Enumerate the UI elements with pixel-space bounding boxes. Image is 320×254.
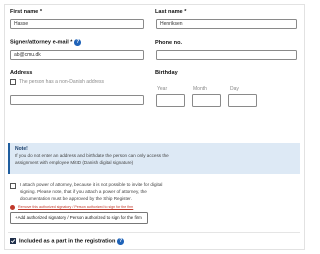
birthday-label: Birthday — [155, 70, 178, 76]
note-box: Note! If you do not enter an address and… — [8, 143, 300, 174]
attach-poa-line-2: signing. Please note, that if you attach… — [20, 189, 147, 194]
included-label: Included as a part in the registration? — [19, 238, 124, 245]
divider — [8, 232, 300, 233]
attach-power-of-attorney-checkbox[interactable] — [10, 183, 16, 189]
first-name-label: First name * — [10, 9, 43, 15]
last-name-label: Last name * — [155, 9, 187, 15]
non-danish-address-label: The person has a non-Danish address — [19, 79, 105, 85]
signer-email-label-text: Signer/attorney e-mail * — [10, 39, 73, 46]
note-line-1: If you do not enter an address and birth… — [15, 153, 169, 158]
last-name-input[interactable]: Henriksen — [156, 19, 297, 29]
checkmark-icon — [10, 239, 16, 243]
question-circle-icon[interactable]: ? — [74, 39, 81, 46]
non-danish-address-checkbox[interactable] — [10, 79, 16, 85]
included-label-text: Included as a part in the registration — [19, 238, 116, 245]
note-title: Note! — [15, 146, 28, 152]
phone-label: Phone no. — [155, 40, 183, 46]
birthday-day-input[interactable] — [228, 94, 257, 107]
remove-circle-icon[interactable] — [10, 205, 15, 210]
question-circle-icon[interactable]: ? — [117, 238, 124, 245]
birthday-day-label: Day — [230, 86, 239, 92]
remove-signatory-link[interactable]: Remove this authorized signatory / Perso… — [18, 205, 133, 209]
attach-poa-line-3: documentation must be approved by the Sh… — [20, 196, 132, 201]
birthday-year-input[interactable] — [156, 94, 185, 107]
birthday-month-label: Month — [193, 86, 207, 92]
included-checkbox[interactable] — [10, 238, 16, 244]
phone-input[interactable] — [156, 50, 297, 60]
add-signatory-button[interactable]: +Add authorized signatory / Person autho… — [10, 212, 148, 224]
attach-poa-line-1: I attach power of attorney, because it i… — [20, 182, 163, 187]
birthday-year-label: Year — [157, 86, 168, 92]
signer-email-label: Signer/attorney e-mail *? — [10, 39, 81, 46]
address-label: Address — [10, 70, 33, 76]
address-input[interactable] — [10, 95, 144, 105]
signer-email-input[interactable]: ab@cmu.dk — [10, 50, 144, 60]
birthday-month-input[interactable] — [192, 94, 221, 107]
note-line-2: assignment with employee MitID (Danish d… — [15, 160, 134, 165]
first-name-input[interactable]: Hasse — [10, 19, 144, 29]
